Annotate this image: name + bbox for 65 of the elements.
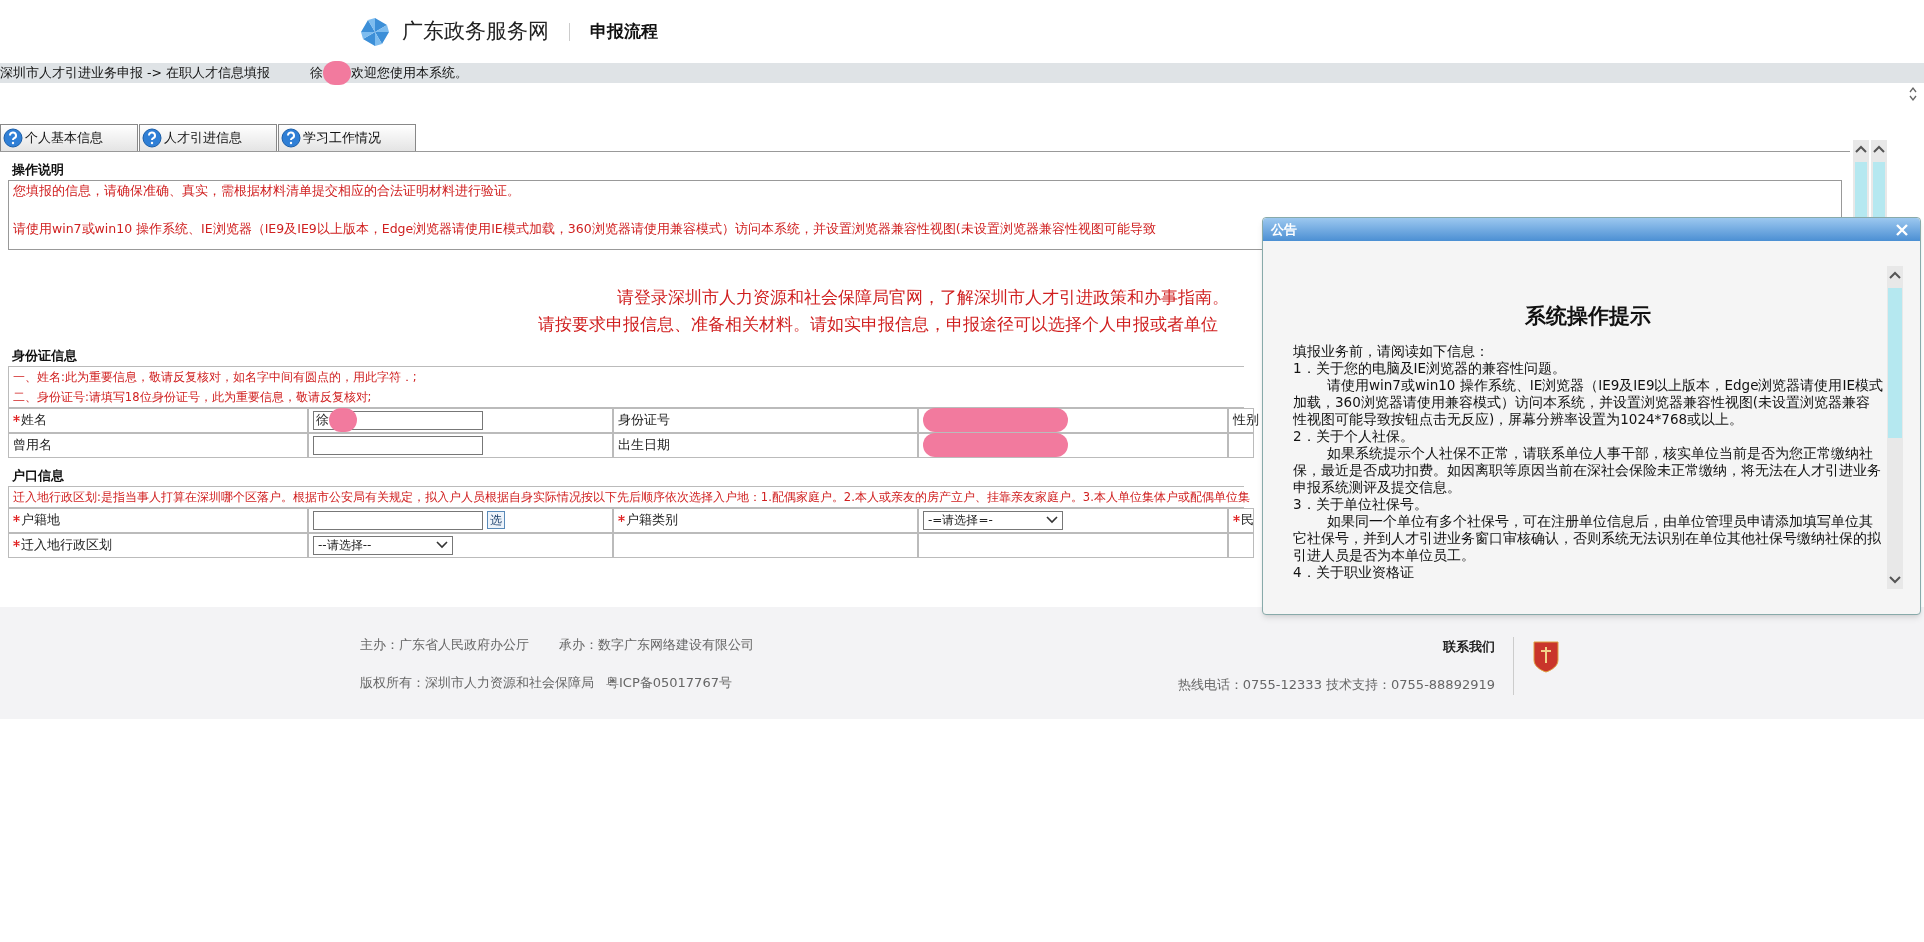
- item-detail: 如果同一个单位有多个社保号，可在注册单位信息后，由单位管理员申请添加填写单位其它社保号，并到人才引进业务窗口审核确认，否则系统无法识别在单位其他社保号缴纳社保的拟引进人员是否为本单位员工。: [1293, 513, 1882, 564]
- pick-button[interactable]: 选: [487, 511, 505, 529]
- contact-title: 联系我们: [1443, 638, 1495, 656]
- question-icon: [3, 128, 23, 148]
- field-label: 迁入地行政区划: [21, 536, 112, 555]
- chevron-up-icon: [1873, 144, 1885, 154]
- site-logo-text: 广东政务服务网: [402, 17, 549, 45]
- item-detail: 请使用win7或win10 操作系统、IE浏览器（IE9及IE9以上版本，Edge浏览器请使用IE模式加载，360浏览器请使用兼容模式）访问本系统，并设置浏览器兼容性视图(未设置浏览器兼容性视图可能导致按钮点击无反应)，屏幕分辨率设置为1024*768或以上。: [1293, 377, 1883, 428]
- copyright-text: 版权所有：深圳市人力资源和社会保障局: [360, 673, 594, 692]
- field-label: 出生日期: [618, 436, 670, 455]
- instruction-text: 请使用win7或win10 操作系统、IE浏览器（IE9及IE9以上版本，Edge浏览器请使用IE模式加载，360浏览器请使用兼容模式）访问本系统，并设置浏览器兼容性视图(未设置浏览器兼容性视图可能导致: [13, 219, 1156, 238]
- up-down-arrows-icon: [1908, 86, 1918, 102]
- operator-text: 承办：数字广东网络建设有限公司: [559, 636, 754, 654]
- instruction-text: 您填报的信息，请确保准确、真实，需根据材料清单提交相应的合法证明材料进行验证。: [13, 181, 520, 200]
- text-input[interactable]: [313, 510, 483, 530]
- section-title: 操作说明: [12, 161, 64, 179]
- pinwheel-logo-icon: [360, 16, 390, 47]
- icp-link[interactable]: 粤ICP备05017767号: [606, 672, 732, 692]
- section-title: 户口信息: [12, 466, 64, 485]
- item-detail: 如果系统提示个人社保不正常，请联系单位人事干部，核实单位当前是否为您正常缴纳社保，最近是否成功扣费。如因离职等原因当前在深社会保险未正常缴纳，将无法在人才引进业务申报系统测评及提交信息。: [1293, 445, 1882, 496]
- field-label: 户籍地: [21, 511, 60, 530]
- sponsor-text: 主办：广东省人民政府办公厅: [360, 636, 529, 654]
- field-label: 户籍类别: [626, 511, 678, 530]
- text-input[interactable]: 徐: [313, 410, 483, 430]
- close-icon: [1895, 222, 1909, 237]
- scrollbar[interactable]: [1887, 266, 1903, 589]
- section-title: 申报流程: [590, 19, 658, 43]
- tab[interactable]: 人才引进信息: [139, 124, 277, 151]
- note-text: 迁入地行政区划:是指当事人打算在深圳哪个区落户。根据市公安局有关规定，拟入户人员根据自身实际情况按以下先后顺序依次选择入户地：1.配偶家庭户。2.本人或亲友的房产立户、挂靠亲友家庭户。3.本人单位集体户或配偶单位集: [13, 488, 1250, 506]
- note-text: 二、身份证号:请填写18位身份证号，此为重要信息，敬请反复核对;: [13, 388, 372, 406]
- field-label: 姓名: [21, 411, 47, 430]
- item-title: 3．关于单位社保号。: [1293, 496, 1429, 513]
- field-label: 身份证号: [618, 411, 670, 430]
- question-icon: [142, 128, 162, 148]
- contact-text: 热线电话：0755-12333 技术支持：0755-88892919: [1177, 675, 1495, 694]
- chevron-up-icon: [1889, 270, 1901, 280]
- intro-text: 填报业务前，请阅读如下信息：: [1293, 343, 1490, 360]
- field-label: 性别: [1233, 411, 1259, 430]
- item-title: 2．关于个人社保。: [1293, 428, 1415, 445]
- tab[interactable]: 学习工作情况: [278, 124, 416, 151]
- chevron-down-icon: [1889, 575, 1901, 585]
- select-dropdown[interactable]: -=请选择=-: [923, 510, 1063, 530]
- breadcrumb: 深圳市人才引进业务申报 -> 在职人才信息填报: [0, 63, 270, 82]
- notice-text: 请登录深圳市人力资源和社会保障局官网，了解深圳市人才引进政策和办事指南。: [617, 285, 1229, 309]
- tab[interactable]: 个人基本信息: [0, 124, 138, 151]
- item-title: 1．关于您的电脑及IE浏览器的兼容性问题。: [1293, 360, 1568, 377]
- item-title: 4．关于职业资格证: [1293, 564, 1415, 581]
- section-title: 身份证信息: [12, 346, 77, 365]
- text-input[interactable]: [313, 435, 483, 455]
- chevron-down-icon: [1046, 516, 1058, 524]
- notice-text: 请按要求申报信息、准备相关材料。请如实申报信息，申报途径可以选择个人申报或者单位: [538, 312, 1218, 336]
- field-label: 民: [1241, 511, 1254, 530]
- chevron-down-icon: [436, 541, 448, 549]
- redaction-mark: [322, 61, 351, 85]
- redaction-mark: [329, 408, 357, 432]
- question-icon: [281, 128, 301, 148]
- user-name: 徐: [309, 63, 323, 82]
- chevron-up-icon: [1855, 144, 1867, 154]
- field-label: 曾用名: [13, 436, 52, 455]
- dialog-title: 公告: [1271, 220, 1297, 239]
- welcome-text: 欢迎您使用本系统。: [350, 63, 468, 82]
- note-text: 一、姓名:此为重要信息，敬请反复核对，如名字中间有圆点的，用此字符．;: [13, 368, 417, 386]
- shield-emblem-icon: [1532, 639, 1560, 673]
- scrollbar-thumb[interactable]: [1888, 288, 1902, 438]
- select-dropdown[interactable]: --请选择--: [313, 535, 453, 555]
